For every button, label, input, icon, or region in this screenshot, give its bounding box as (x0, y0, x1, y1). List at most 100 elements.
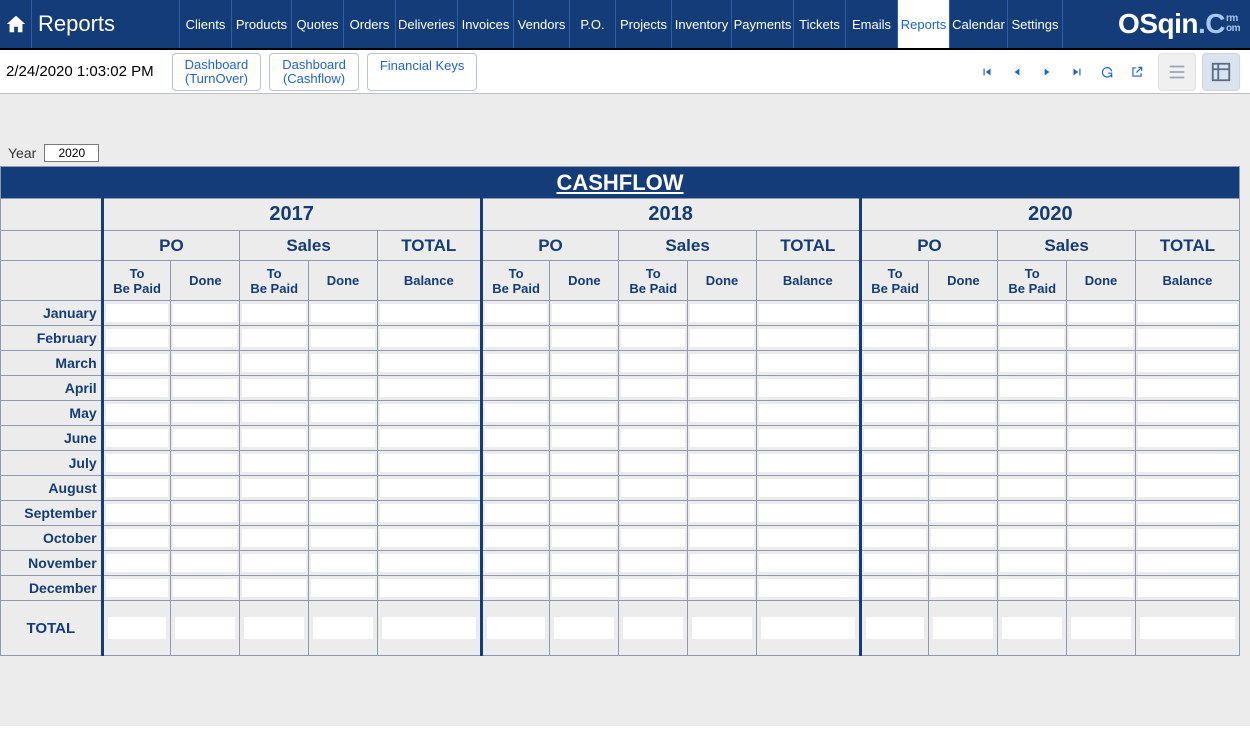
year-header: 2020 (860, 199, 1239, 231)
tab-quotes[interactable]: Quotes (292, 0, 344, 48)
tab-invoices[interactable]: Invoices (458, 0, 514, 48)
data-cell (171, 576, 240, 601)
tab-products[interactable]: Products (232, 0, 292, 48)
data-cell (756, 476, 860, 501)
year-header: 2017 (102, 199, 481, 231)
month-label: August (1, 476, 103, 501)
tab-deliveries[interactable]: Deliveries (396, 0, 458, 48)
data-cell (860, 301, 929, 326)
sub-toolbar: 2/24/2020 1:03:02 PM Dashboard(TurnOver)… (0, 50, 1250, 94)
data-cell (171, 551, 240, 576)
data-cell (102, 301, 171, 326)
data-cell (171, 501, 240, 526)
data-cell (102, 526, 171, 551)
data-cell (1067, 326, 1136, 351)
refresh-button[interactable] (1092, 57, 1122, 87)
data-cell (171, 351, 240, 376)
month-label: July (1, 451, 103, 476)
data-cell (688, 401, 757, 426)
data-cell (619, 426, 688, 451)
data-cell (171, 526, 240, 551)
group-header-po: PO (102, 231, 240, 261)
data-cell (688, 451, 757, 476)
data-cell (240, 576, 309, 601)
data-cell (688, 526, 757, 551)
subbar-button-0[interactable]: Dashboard(TurnOver) (172, 53, 262, 91)
next-page-button[interactable] (1032, 57, 1062, 87)
subbar-button-2[interactable]: Financial Keys (367, 53, 478, 91)
prev-page-button[interactable] (1002, 57, 1032, 87)
total-cell (550, 601, 619, 656)
sub-header-tobepaid: ToBe Paid (102, 261, 171, 301)
data-cell (998, 351, 1067, 376)
data-cell (377, 451, 481, 476)
total-cell (171, 601, 240, 656)
first-page-button[interactable] (972, 57, 1002, 87)
data-cell (998, 301, 1067, 326)
data-cell (619, 476, 688, 501)
total-cell (309, 601, 378, 656)
data-cell (171, 376, 240, 401)
data-cell (550, 526, 619, 551)
data-cell (1135, 476, 1239, 501)
data-cell (481, 551, 550, 576)
tab-clients[interactable]: Clients (180, 0, 232, 48)
subbar-button-1[interactable]: Dashboard(Cashflow) (269, 53, 359, 91)
data-cell (550, 351, 619, 376)
tab-orders[interactable]: Orders (344, 0, 396, 48)
data-cell (102, 476, 171, 501)
grid-view-button[interactable] (1202, 53, 1240, 91)
sub-header-done: Done (309, 261, 378, 301)
tab-tickets[interactable]: Tickets (794, 0, 846, 48)
data-cell (619, 326, 688, 351)
data-cell (860, 551, 929, 576)
tab-reports[interactable]: Reports (898, 0, 950, 48)
data-cell (619, 401, 688, 426)
data-cell (756, 526, 860, 551)
data-cell (550, 301, 619, 326)
month-label: March (1, 351, 103, 376)
year-input[interactable] (44, 144, 99, 162)
tab-payments[interactable]: Payments (732, 0, 794, 48)
data-cell (240, 501, 309, 526)
popout-button[interactable] (1122, 57, 1152, 87)
data-cell (481, 501, 550, 526)
data-cell (102, 326, 171, 351)
data-cell (240, 326, 309, 351)
tab-po[interactable]: P.O. (570, 0, 616, 48)
group-header-total: TOTAL (1135, 231, 1239, 261)
last-page-button[interactable] (1062, 57, 1092, 87)
tab-inventory[interactable]: Inventory (672, 0, 732, 48)
data-cell (550, 576, 619, 601)
data-cell (1135, 351, 1239, 376)
tab-calendar[interactable]: Calendar (950, 0, 1008, 48)
month-label: June (1, 426, 103, 451)
tab-emails[interactable]: Emails (846, 0, 898, 48)
data-cell (860, 326, 929, 351)
data-cell (481, 476, 550, 501)
tab-vendors[interactable]: Vendors (514, 0, 570, 48)
data-cell (550, 476, 619, 501)
home-button[interactable] (0, 0, 32, 48)
data-cell (998, 376, 1067, 401)
tab-settings[interactable]: Settings (1008, 0, 1063, 48)
data-cell (102, 376, 171, 401)
data-cell (550, 501, 619, 526)
data-cell (377, 351, 481, 376)
data-cell (240, 351, 309, 376)
tab-projects[interactable]: Projects (616, 0, 672, 48)
sub-header-tobepaid: ToBe Paid (481, 261, 550, 301)
total-cell (240, 601, 309, 656)
data-cell (756, 401, 860, 426)
list-view-button[interactable] (1158, 53, 1196, 91)
data-cell (309, 426, 378, 451)
data-cell (550, 326, 619, 351)
data-cell (688, 551, 757, 576)
data-cell (240, 551, 309, 576)
data-cell (171, 451, 240, 476)
data-cell (756, 326, 860, 351)
data-cell (688, 476, 757, 501)
data-cell (756, 351, 860, 376)
data-cell (309, 476, 378, 501)
sub-header-balance: Balance (756, 261, 860, 301)
